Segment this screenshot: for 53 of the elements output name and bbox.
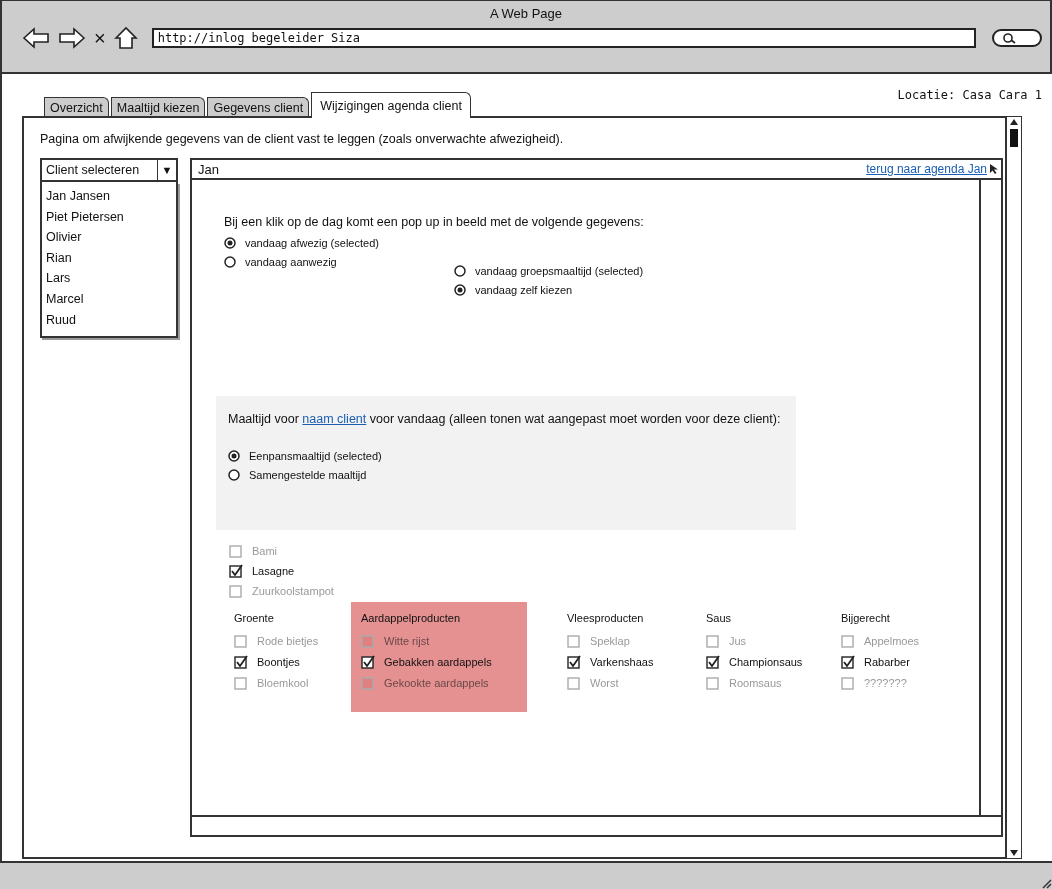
search-icon — [1002, 32, 1016, 44]
back-link[interactable]: terug naar agenda Jan — [866, 162, 987, 176]
address-field[interactable]: http://inlog begeleider Siza — [151, 28, 976, 48]
checkbox-option[interactable]: Lasagne — [229, 564, 979, 578]
category-heading: Vleesproducten — [567, 612, 645, 624]
checkbox-option[interactable]: Rabarber — [841, 655, 920, 669]
client-name: Jan — [198, 161, 220, 177]
category-heading: Bijgerecht — [841, 612, 891, 624]
client-item[interactable]: Marcel — [46, 288, 172, 310]
scroll-down-icon[interactable] — [1008, 848, 1020, 858]
stop-button[interactable]: × — [94, 28, 106, 48]
radio-option[interactable]: vandaag afwezig (selected) — [224, 237, 379, 249]
checkbox-option[interactable]: Championsaus — [706, 655, 821, 669]
tab[interactable]: Gegevens client — [207, 97, 310, 118]
client-item[interactable]: Piet Pietersen — [46, 206, 172, 228]
client-link[interactable]: naam client — [302, 412, 367, 426]
radio-option[interactable]: vandaag zelf kiezen — [453, 284, 644, 296]
scrollbar-track[interactable] — [190, 815, 1003, 837]
client-dropdown[interactable]: Client selecteren ▼ — [40, 158, 178, 182]
checkbox-option[interactable]: Gebakken aardappels — [361, 655, 517, 669]
client-item[interactable]: Ruud — [46, 309, 172, 331]
instruction-text: Bij een klik op de dag komt een pop up in beeld met de volgende gegevens: — [224, 215, 645, 229]
search-field[interactable] — [992, 29, 1042, 47]
cursor-icon — [989, 163, 999, 175]
back-icon[interactable] — [22, 27, 50, 49]
window-title: A Web Page — [488, 5, 563, 23]
page-description: Pagina om afwijkende gegevens van de client vast te leggen (zoals onverwachte afwezigheid). — [40, 132, 565, 146]
checkbox-option[interactable]: Varkenshaas — [567, 655, 686, 669]
scrollbar[interactable] — [1007, 116, 1022, 859]
radio-option[interactable]: vandaag groepsmaaltijd (selected) — [453, 265, 644, 277]
resize-grip-icon[interactable] — [1040, 877, 1052, 889]
client-item[interactable]: Lars — [46, 268, 172, 289]
tab[interactable]: Maaltijd kiezen — [110, 97, 206, 118]
client-item[interactable]: Rian — [46, 247, 172, 269]
category-heading: Saus — [706, 612, 733, 624]
tab[interactable]: Wijzigingen agenda client — [311, 92, 471, 118]
tab[interactable]: Overzicht — [44, 97, 109, 118]
checkbox-option[interactable]: Boontjes — [234, 655, 341, 669]
location-label: Locatie: Casa Cara 1 — [897, 88, 1042, 102]
forward-icon[interactable] — [58, 27, 86, 49]
meal-heading: Maaltijd voor naam client voor vandaag (alleen tonen wat aangepast moet worden voor deze client): — [228, 412, 781, 426]
client-item[interactable]: Olivier — [46, 227, 172, 248]
radio-option[interactable]: Samengestelde maaltijd — [228, 469, 784, 481]
scrollbar-thumb[interactable] — [1010, 129, 1018, 147]
category-heading: Aardappelproducten — [361, 612, 462, 624]
radio-option[interactable]: vandaag aanwezig — [224, 256, 379, 268]
scroll-up-icon[interactable] — [1008, 117, 1020, 127]
scrollbar-track[interactable] — [979, 180, 1003, 815]
client-item[interactable]: Jan Jansen — [46, 186, 172, 207]
category-heading: Groente — [234, 612, 275, 624]
radio-option[interactable]: Eenpansmaaltijd (selected) — [228, 450, 784, 462]
home-icon[interactable] — [113, 26, 138, 50]
checkbox-option[interactable]: Witte rijst — [361, 634, 517, 648]
